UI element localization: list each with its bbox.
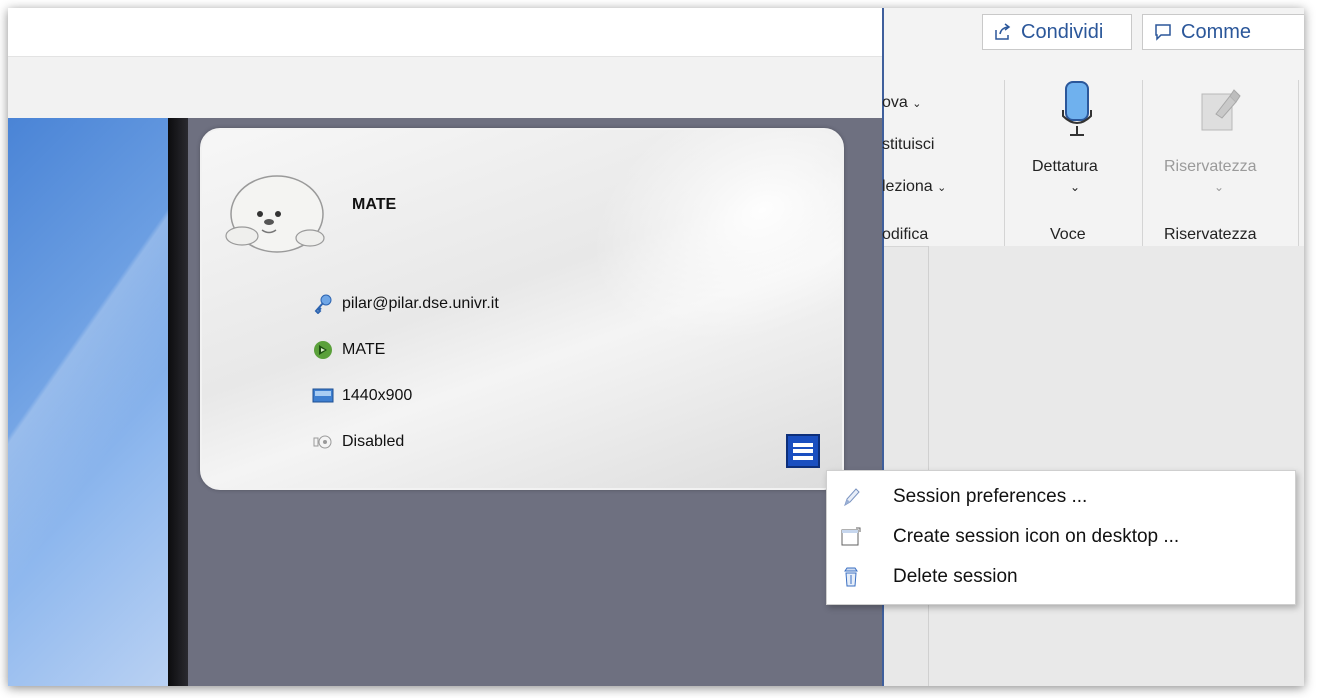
menu-item-session-preferences[interactable]: Session preferences ... <box>827 477 1295 517</box>
screenshot-frame: MATE pilar@pilar.dse.univr.it MATE 1440x… <box>8 8 1304 686</box>
monitor-icon <box>312 386 334 406</box>
resolution-label: 1440x900 <box>342 387 413 404</box>
privacy-dropdown-icon[interactable]: ⌄ <box>1214 180 1224 194</box>
session-menu-button[interactable] <box>786 434 820 468</box>
ribbon: ova ⌄ stituisci leziona ⌄ odifica Dettat… <box>882 60 1304 248</box>
host-row: pilar@pilar.dse.univr.it <box>312 294 499 314</box>
seal-avatar-icon <box>225 175 325 253</box>
ribbon-separator <box>1298 80 1299 248</box>
menu-bar <box>793 449 813 453</box>
ribbon-separator <box>1004 80 1005 248</box>
desktop-label: MATE <box>342 341 386 358</box>
key-icon <box>312 294 334 314</box>
menu-item-delete-session[interactable]: Delete session <box>827 557 1295 597</box>
sound-row: Disabled <box>312 432 404 452</box>
app-toolbar-band <box>8 56 882 119</box>
find-button[interactable]: ova ⌄ <box>882 94 921 112</box>
sound-label: Disabled <box>342 433 405 450</box>
share-button[interactable]: Condividi <box>982 14 1132 50</box>
menu-bar <box>793 455 813 460</box>
menu-item-label: Session preferences ... <box>893 486 1088 507</box>
share-label: Condividi <box>1021 20 1104 43</box>
host-label: pilar@pilar.dse.univr.it <box>342 295 499 312</box>
session-context-menu: Session preferences ... Create session i… <box>826 470 1296 605</box>
select-button[interactable]: leziona ⌄ <box>882 178 946 196</box>
desktop-row: MATE <box>312 340 385 360</box>
trash-icon <box>839 565 863 589</box>
privacy-button[interactable]: Riservatezza <box>1164 158 1256 176</box>
replace-button[interactable]: stituisci <box>882 136 934 154</box>
microphone-icon <box>1062 81 1092 136</box>
word-title-row: Condividi Comme <box>884 8 1304 60</box>
desktop-shortcut-icon <box>839 525 863 549</box>
session-card[interactable]: MATE pilar@pilar.dse.univr.it MATE 1440x… <box>200 128 844 490</box>
editing-group-label: odifica <box>882 226 929 243</box>
menu-item-create-session-icon[interactable]: Create session icon on desktop ... <box>827 517 1295 557</box>
dictation-dropdown-icon[interactable]: ⌄ <box>1070 180 1080 194</box>
menu-item-label: Create session icon on desktop ... <box>893 526 1180 547</box>
card-gloss <box>548 130 842 395</box>
document-area <box>928 246 1304 686</box>
menu-bar <box>793 442 813 447</box>
comments-button[interactable]: Comme <box>1142 14 1304 50</box>
session-name: MATE <box>352 196 397 213</box>
wallpaper-highlight <box>8 118 168 686</box>
comment-icon <box>1155 24 1171 41</box>
panel-edge <box>168 118 188 686</box>
speaker-muted-icon <box>312 432 334 452</box>
pencil-icon <box>839 485 863 509</box>
voice-group-label: Voce <box>1050 226 1086 243</box>
privacy-group-label: Riservatezza <box>1164 226 1257 243</box>
resolution-row: 1440x900 <box>312 386 412 406</box>
desktop-env-icon <box>312 340 334 360</box>
menu-item-label: Delete session <box>893 566 1018 587</box>
dictation-button[interactable]: Dettatura <box>1032 158 1098 176</box>
privacy-icon <box>1201 89 1241 131</box>
ribbon-separator <box>1142 80 1143 248</box>
comments-label: Comme <box>1181 20 1252 43</box>
share-icon <box>995 23 1011 40</box>
